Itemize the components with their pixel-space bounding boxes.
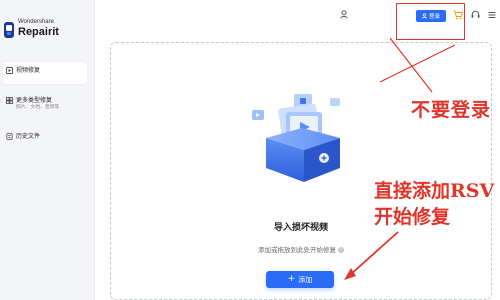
menu-icon[interactable] (488, 11, 496, 19)
sidebar-item-label: 历史文件 (16, 133, 41, 140)
brand: Wondershare Repairit (3, 18, 93, 44)
sidebar-item-video-repair[interactable]: 视频修复 (3, 62, 87, 84)
sidebar-item-label: 更多类型修复 (16, 97, 53, 104)
user-icon[interactable] (340, 10, 348, 19)
video-folder-illustration-icon (252, 94, 340, 182)
sidebar: Wondershare Repairit 视频修复 更多类型修复 照片、文档、音… (0, 0, 95, 300)
info-icon[interactable]: i (338, 247, 344, 253)
add-label: 添加 (298, 275, 313, 284)
play-icon (6, 67, 13, 74)
sidebar-item-label: 视频修复 (16, 67, 41, 74)
history-icon (6, 133, 13, 140)
annotation-add-rsv: 直接添加RSV (374, 180, 495, 202)
drop-zone-hint: 添加或拖放到此处开始修复 i (110, 244, 492, 254)
brand-vendor: Wondershare (18, 19, 54, 25)
drop-zone-hint-text: 添加或拖放到此处开始修复 (258, 246, 336, 254)
annotation-no-login: 不要登录 (411, 99, 492, 121)
annotation-start-repair: 开始修复 (374, 206, 451, 228)
grid-icon (6, 97, 13, 104)
sidebar-item-sublabel: 照片、文档、音频等 (16, 105, 60, 110)
plus-icon: + (287, 274, 296, 284)
brand-name: Repairit (18, 26, 59, 38)
support-icon[interactable] (471, 10, 480, 19)
annotation-box (396, 3, 465, 40)
repairit-logo-icon (4, 22, 14, 38)
sidebar-item-more-types[interactable]: 更多类型修复 照片、文档、音频等 (3, 92, 87, 118)
sidebar-item-history[interactable]: 历史文件 (3, 128, 87, 150)
add-button[interactable]: + 添加 (266, 271, 334, 288)
